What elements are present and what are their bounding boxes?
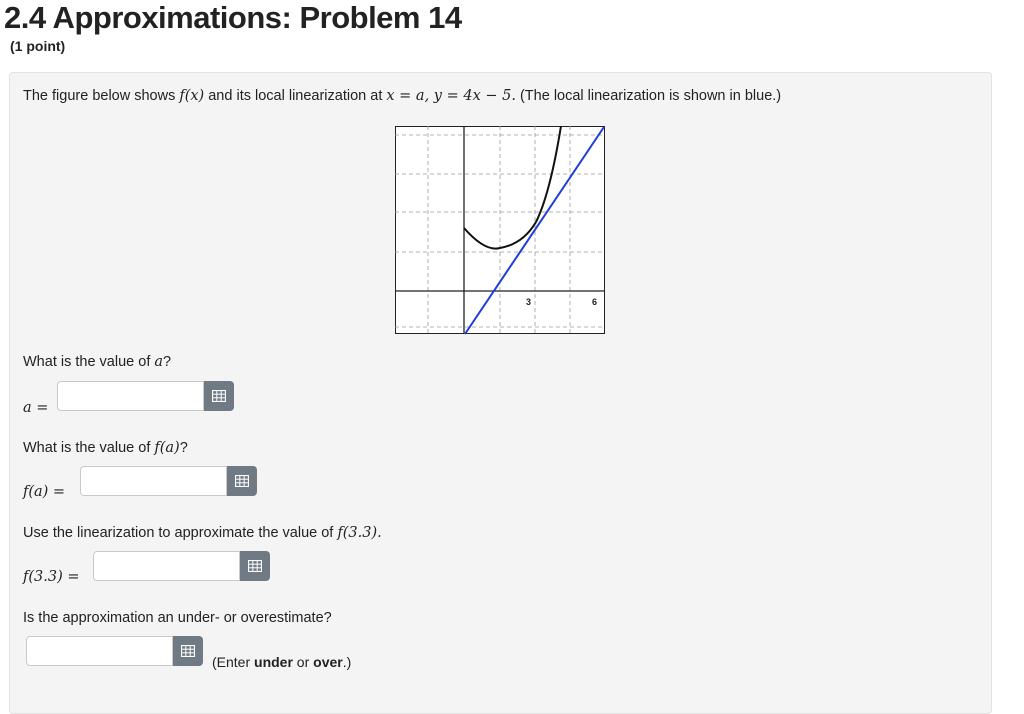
answer-approx-label-text: f(3.3) = <box>23 569 80 585</box>
answer-fa-label: f(a) = <box>23 484 65 500</box>
points-label: (1 point) <box>10 38 66 54</box>
intro-prefix: The figure below shows <box>23 88 180 104</box>
hint-over: over <box>313 654 343 670</box>
question-fa-prompt: What is the value of f(a)? <box>23 440 188 456</box>
answer-approx-input[interactable] <box>93 551 240 581</box>
intro-at: x = a, y = 4x − 5. <box>386 88 516 104</box>
answer-approx-label: f(3.3) = <box>23 569 80 585</box>
question-a-prompt-math: a <box>154 354 164 370</box>
intro-suffix: (The local linearization is shown in blu… <box>515 88 782 104</box>
question-a-prompt-text: What is the value of <box>23 354 155 370</box>
hint-under: under <box>254 654 293 670</box>
answer-a-input[interactable] <box>57 381 204 411</box>
answer-a-label-text: a = <box>23 400 49 416</box>
problem-statement: The figure below shows f(x) and its loca… <box>23 88 781 104</box>
answer-a-matrix-button[interactable] <box>204 381 234 411</box>
tick-label-6: 6 <box>592 297 597 307</box>
hint-post: .) <box>342 654 352 670</box>
hint-mid: or <box>292 654 314 670</box>
question-estimate-prompt-text: Is the approximation an under- or overes… <box>23 610 332 626</box>
question-approx-prompt-text: Use the linearization to approximate the… <box>23 525 338 541</box>
page-title: 2.4 Approximations: Problem 14 <box>4 0 462 35</box>
matrix-icon <box>212 390 226 402</box>
question-fa-prompt-text: What is the value of <box>23 440 155 456</box>
answer-fa-matrix-button[interactable] <box>227 466 257 496</box>
question-estimate-prompt: Is the approximation an under- or overes… <box>23 610 332 626</box>
answer-fa-input[interactable] <box>80 466 227 496</box>
matrix-icon <box>181 645 195 657</box>
answer-approx-matrix-button[interactable] <box>240 551 270 581</box>
question-approx-prompt: Use the linearization to approximate the… <box>23 525 382 541</box>
matrix-icon <box>235 475 249 487</box>
tick-label-3: 3 <box>526 297 531 307</box>
answer-a-label: a = <box>23 400 48 416</box>
question-fa-prompt-math: f(a) <box>154 440 180 456</box>
answer-estimate-input[interactable] <box>26 636 173 666</box>
intro-fx: f(x) <box>179 88 205 104</box>
function-graph: 3 6 <box>395 126 605 335</box>
matrix-icon <box>248 560 262 572</box>
question-approx-prompt-math: f(3.3). <box>337 525 382 541</box>
answer-fa-label-text: f(a) = <box>23 484 66 500</box>
hint-pre: (Enter <box>212 654 255 670</box>
answer-estimate-matrix-button[interactable] <box>173 636 203 666</box>
estimate-hint: (Enter under or over.) <box>212 654 351 670</box>
question-fa-prompt-end: ? <box>179 440 188 456</box>
intro-middle: and its local linearization at <box>204 88 387 104</box>
question-a-prompt-end: ? <box>163 354 172 370</box>
question-a-prompt: What is the value of a? <box>23 354 171 370</box>
